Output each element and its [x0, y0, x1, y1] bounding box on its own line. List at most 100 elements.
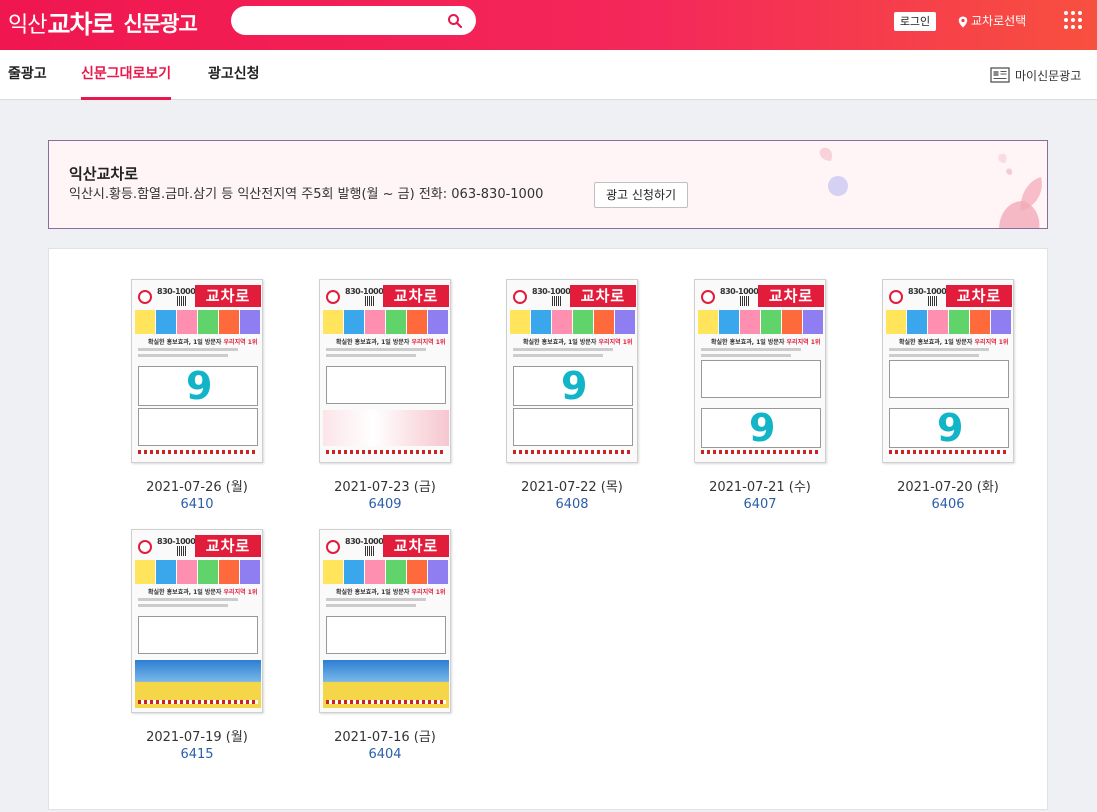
- thumb-title: 교차로: [195, 285, 261, 307]
- thumb-headline-a: 확실한 홍보효과, 1일 방문자: [711, 339, 787, 346]
- thumb-text-line: [326, 354, 416, 357]
- thumb-masthead: 830-1000 교차로: [698, 284, 824, 308]
- thumb-masthead: 830-1000 교차로: [886, 284, 1012, 308]
- ad-apply-button[interactable]: 광고 신청하기: [594, 182, 688, 208]
- newspaper-icon: [990, 67, 1010, 83]
- issue-number[interactable]: 6415: [107, 747, 287, 762]
- newspaper-thumbnail[interactable]: 830-1000 교차로 확실한 홍보효과, 1일 방문자 우리지역 1위 9: [506, 279, 638, 463]
- newspaper-thumbnail[interactable]: 830-1000 교차로확실한 홍보효과, 1일 방문자 우리지역 1위: [131, 529, 263, 713]
- tab-ad-request[interactable]: 광고신청: [208, 50, 260, 100]
- petal-decoration-icon: [819, 147, 1042, 228]
- thumb-masthead: 830-1000 교차로: [135, 534, 261, 558]
- site-logo[interactable]: 익산 교차로 신문광고: [8, 6, 198, 40]
- thumb-title: 교차로: [946, 285, 1012, 307]
- newspaper-card[interactable]: 830-1000 교차로 확실한 홍보효과, 1일 방문자 우리지역 1위 9 2021…: [482, 279, 662, 512]
- qr-code-icon: [552, 296, 562, 306]
- thumb-headline-a: 확실한 홍보효과, 1일 방문자: [336, 339, 412, 346]
- search-input[interactable]: [245, 11, 440, 30]
- thumb-headline: 확실한 홍보효과, 1일 방문자 우리지역 1위: [711, 337, 820, 346]
- thumb-headline: 확실한 홍보효과, 1일 방문자 우리지역 1위: [148, 587, 257, 596]
- thumb-phone: 830-1000: [345, 537, 384, 546]
- issue-number[interactable]: 6407: [670, 497, 850, 512]
- qr-code-icon: [365, 296, 375, 306]
- thumb-card-box: [138, 616, 258, 654]
- my-paper-label: 마이신문광고: [1015, 68, 1082, 83]
- newspaper-thumbnail[interactable]: 830-1000 교차로 확실한 홍보효과, 1일 방문자 우리지역 1위 9: [694, 279, 826, 463]
- thumb-masthead: 830-1000 교차로: [323, 534, 449, 558]
- newspaper-card[interactable]: 830-1000 교차로 확실한 홍보효과, 1일 방문자 우리지역 1위 9 2021…: [858, 279, 1038, 512]
- thumb-headline: 확실한 홍보효과, 1일 방문자 우리지역 1위: [899, 337, 1008, 346]
- newspaper-thumbnail[interactable]: 830-1000 교차로 확실한 홍보효과, 1일 방문자 우리지역 1위 9: [131, 279, 263, 463]
- search-box: [231, 6, 476, 35]
- thumb-headline-b: 우리지역 1위: [411, 589, 446, 596]
- thumb-headline: 확실한 홍보효과, 1일 방문자 우리지역 1위: [336, 337, 445, 346]
- region-label: 교차로선택: [971, 14, 1027, 28]
- thumb-text-line: [326, 598, 426, 601]
- qr-code-icon: [177, 296, 187, 306]
- thumb-phone: 830-1000: [908, 287, 947, 296]
- issue-number[interactable]: 6409: [295, 497, 475, 512]
- issue-date: 2021-07-26 (월): [146, 480, 248, 495]
- issue-date: 2021-07-22 (목): [521, 480, 623, 495]
- thumb-headline-a: 확실한 홍보효과, 1일 방문자: [336, 589, 412, 596]
- thumb-phone: 830-1000: [345, 287, 384, 296]
- thumb-ad-strip: [886, 310, 1012, 334]
- thumb-promo-ad: [323, 410, 449, 446]
- issue-number[interactable]: 6406: [858, 497, 1038, 512]
- paper-description: 익산시.황등.함열.금마.삼기 등 익산전지역 주5회 발행(월 ~ 금) 전화…: [69, 187, 544, 202]
- thumb-ad-strip: [510, 310, 636, 334]
- seal-icon: [326, 540, 340, 554]
- region-select[interactable]: 교차로선택: [958, 12, 1026, 31]
- issue-date: 2021-07-19 (월): [146, 730, 248, 745]
- thumb-footer: [326, 700, 446, 704]
- apps-grid-icon[interactable]: [1063, 10, 1083, 30]
- sub-navigation: 줄광고 신문그대로보기 광고신청 마이신문광고: [0, 50, 1097, 100]
- thumb-big-number: 9: [186, 364, 213, 408]
- newspaper-card[interactable]: 830-1000 교차로 확실한 홍보효과, 1일 방문자 우리지역 1위 9 2021…: [670, 279, 850, 512]
- thumb-card-box: [326, 616, 446, 654]
- login-button[interactable]: 로그인: [894, 12, 936, 31]
- issue-number[interactable]: 6408: [482, 497, 662, 512]
- newspaper-card[interactable]: 830-1000 교차로 확실한 홍보효과, 1일 방문자 우리지역 1위 2021-…: [295, 529, 475, 762]
- thumb-ad-strip: [323, 310, 449, 334]
- issue-number[interactable]: 6410: [107, 497, 287, 512]
- thumb-masthead: 830-1000 교차로: [135, 284, 261, 308]
- thumb-headline-b: 우리지역 1위: [598, 339, 633, 346]
- thumb-text-line: [138, 598, 238, 601]
- thumb-card-box: [701, 360, 821, 398]
- paper-info-banner: 익산교차로 익산시.황등.함열.금마.삼기 등 익산전지역 주5회 발행(월 ~…: [48, 140, 1048, 229]
- thumb-headline-b: 우리지역 1위: [223, 589, 258, 596]
- thumb-ad-strip: [135, 310, 261, 334]
- issue-date: 2021-07-20 (화): [897, 480, 999, 495]
- thumb-title: 교차로: [383, 285, 449, 307]
- logo-region: 익산: [8, 13, 47, 38]
- search-icon[interactable]: [447, 13, 463, 29]
- thumb-headline: 확실한 홍보효과, 1일 방문자 우리지역 1위: [523, 337, 632, 346]
- thumb-card-box: [326, 366, 446, 404]
- tab-line-ads[interactable]: 줄광고: [8, 50, 47, 100]
- issue-number[interactable]: 6404: [295, 747, 475, 762]
- newspaper-card[interactable]: 830-1000 교차로 확실한 홍보효과, 1일 방문자 우리지역 1위 9 2021…: [107, 279, 287, 512]
- thumb-title: 교차로: [383, 535, 449, 557]
- my-paper-ads-link[interactable]: 마이신문광고: [990, 66, 1081, 84]
- thumb-card-box: [513, 408, 633, 446]
- thumb-text-line: [513, 348, 613, 351]
- newspaper-card[interactable]: 830-1000 교차로 확실한 홍보효과, 1일 방문자 우리지역 1위 2021-…: [295, 279, 475, 512]
- tab-newspaper-view[interactable]: 신문그대로보기: [81, 50, 172, 100]
- newspaper-card[interactable]: 830-1000 교차로확실한 홍보효과, 1일 방문자 우리지역 1위 2021-…: [107, 529, 287, 762]
- thumb-title: 교차로: [570, 285, 636, 307]
- seal-icon: [138, 290, 152, 304]
- thumb-phone: 830-1000: [157, 537, 196, 546]
- thumb-ad-strip: [698, 310, 824, 334]
- thumb-headline-b: 우리지역 1위: [411, 339, 446, 346]
- thumb-title: 교차로: [195, 535, 261, 557]
- thumb-text-line: [513, 354, 603, 357]
- thumb-headline-b: 우리지역 1위: [786, 339, 821, 346]
- newspaper-thumbnail[interactable]: 830-1000 교차로 확실한 홍보효과, 1일 방문자 우리지역 1위 9: [882, 279, 1014, 463]
- newspaper-thumbnail[interactable]: 830-1000 교차로확실한 홍보효과, 1일 방문자 우리지역 1위: [319, 279, 451, 463]
- thumb-footer: [701, 450, 821, 454]
- thumb-text-line: [701, 348, 801, 351]
- thumb-ad-strip: [323, 560, 449, 584]
- thumb-big-number: 9: [561, 364, 588, 408]
- newspaper-thumbnail[interactable]: 830-1000 교차로확실한 홍보효과, 1일 방문자 우리지역 1위: [319, 529, 451, 713]
